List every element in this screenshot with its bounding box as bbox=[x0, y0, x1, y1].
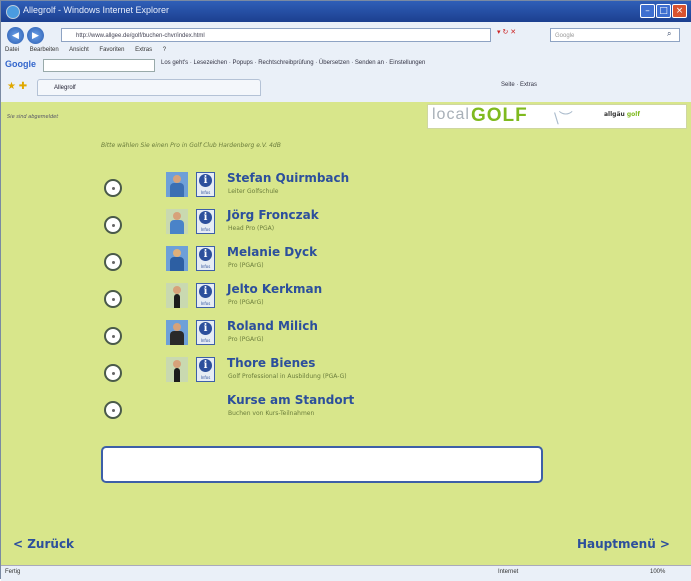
swoosh-icon: \︶ bbox=[554, 111, 573, 127]
pro-radio[interactable] bbox=[104, 364, 122, 382]
ie-icon bbox=[6, 5, 20, 19]
pro-radio[interactable] bbox=[104, 179, 122, 197]
pro-name: Roland Milich bbox=[227, 319, 318, 333]
pro-name: Thore Bienes bbox=[227, 356, 316, 370]
info-icon: i bbox=[199, 285, 212, 298]
intro-text: Bitte wählen Sie einen Pro in Golf Club … bbox=[101, 142, 281, 149]
info-icon: i bbox=[199, 211, 212, 224]
pro-option[interactable]: i Infos Jelto Kerkman Pro (PGArG) bbox=[101, 282, 541, 321]
status-text: Fertig bbox=[5, 569, 21, 575]
pro-photo bbox=[166, 209, 188, 234]
info-icon: i bbox=[199, 322, 212, 335]
title-bar: Allegrolf - Windows Internet Explorer – … bbox=[1, 1, 691, 22]
menu-favoriten[interactable]: Favoriten bbox=[99, 47, 124, 53]
menu-extras[interactable]: Extras bbox=[135, 47, 152, 53]
pro-photo bbox=[166, 246, 188, 271]
partner-logo: allgäu golf bbox=[604, 111, 640, 118]
course-name: Kurse am Standort bbox=[227, 393, 355, 407]
logo-local: local bbox=[432, 106, 470, 123]
back-link[interactable]: < Zurück bbox=[13, 537, 74, 551]
info-button[interactable]: i Infos bbox=[196, 172, 215, 197]
window-title: Allegrolf - Windows Internet Explorer bbox=[23, 5, 170, 15]
menu-help[interactable]: ? bbox=[163, 47, 166, 53]
menu-datei[interactable]: Datei bbox=[5, 47, 19, 53]
tab-row: ★ ✚ Allegrolf Seite · Extras bbox=[1, 77, 691, 99]
pro-role: Head Pro (PGA) bbox=[228, 225, 275, 232]
pro-photo bbox=[166, 320, 188, 345]
search-input[interactable]: Google bbox=[550, 28, 680, 42]
pro-photo bbox=[166, 283, 188, 308]
favorites-star-icon[interactable]: ★ ✚ bbox=[7, 81, 27, 92]
menu-bar: Datei Bearbeiten Ansicht Favoriten Extra… bbox=[5, 47, 175, 57]
pro-radio[interactable] bbox=[104, 290, 122, 308]
forward-arrow-icon[interactable]: ▶ bbox=[27, 27, 44, 44]
maximize-button[interactable]: □ bbox=[656, 4, 671, 18]
pro-photo bbox=[166, 357, 188, 382]
pro-name: Jelto Kerkman bbox=[227, 282, 323, 296]
info-button[interactable]: i Infos bbox=[196, 246, 215, 271]
pro-radio[interactable] bbox=[104, 253, 122, 271]
pro-option[interactable]: i Infos Roland Milich Pro (PGArG) bbox=[101, 319, 541, 358]
pro-option[interactable]: i Infos Thore Bienes Golf Professional in… bbox=[101, 356, 541, 395]
pro-option[interactable]: i Infos Jörg Fronczak Head Pro (PGA) bbox=[101, 208, 541, 247]
pro-option[interactable]: i Infos Stefan Quirmbach Leiter Golfschul… bbox=[101, 171, 541, 210]
pro-role: Golf Professional in Ausbildung (PGA-G) bbox=[228, 373, 347, 380]
info-button[interactable]: i Infos bbox=[196, 357, 215, 382]
google-toolbar-tools[interactable]: Los geht's · Lesezeichen · Popups · Rech… bbox=[161, 60, 425, 66]
info-button[interactable]: i Infos bbox=[196, 209, 215, 234]
refresh-stop-icon[interactable]: ▾ ↻ ✕ bbox=[497, 28, 547, 42]
info-icon: i bbox=[199, 359, 212, 372]
menu-ansicht[interactable]: Ansicht bbox=[69, 47, 89, 53]
command-bar[interactable]: Seite · Extras bbox=[501, 82, 537, 88]
back-arrow-icon[interactable]: ◀ bbox=[7, 27, 24, 44]
menu-bearbeiten[interactable]: Bearbeiten bbox=[30, 47, 59, 53]
browser-toolbar: ◀ ▶ http://www.allgee.de/golf/buchen-chv… bbox=[1, 22, 691, 103]
address-bar[interactable]: http://www.allgee.de/golf/buchen-chvr/in… bbox=[61, 28, 491, 42]
security-zone: Internet bbox=[498, 569, 519, 575]
course-radio[interactable] bbox=[104, 401, 122, 419]
logo-golf: GOLF bbox=[471, 105, 528, 126]
info-icon: i bbox=[199, 174, 212, 187]
pro-name: Melanie Dyck bbox=[227, 245, 318, 259]
pro-role: Leiter Golfschule bbox=[228, 188, 279, 195]
address-row: ◀ ▶ http://www.allgee.de/golf/buchen-chv… bbox=[1, 25, 691, 45]
info-icon: i bbox=[199, 248, 212, 261]
browser-window: Allegrolf - Windows Internet Explorer – … bbox=[0, 0, 691, 581]
search-icon[interactable]: ⌕ bbox=[667, 29, 679, 41]
course-description: Buchen von Kurs-Teilnahmen bbox=[228, 410, 315, 417]
pro-role: Pro (PGArG) bbox=[228, 336, 264, 343]
pro-radio[interactable] bbox=[104, 327, 122, 345]
page-content: Sie sind abgemeldet local GOLF \︶ allgäu… bbox=[1, 102, 691, 565]
info-button[interactable]: i Infos bbox=[196, 283, 215, 308]
pro-role: Pro (PGArG) bbox=[228, 299, 264, 306]
google-toolbar: Google Los geht's · Lesezeichen · Popups… bbox=[3, 58, 691, 72]
pro-option[interactable]: i Infos Melanie Dyck Pro (PGArG) bbox=[101, 245, 541, 284]
localgolf-logo: local GOLF \︶ allgäu golf bbox=[427, 104, 687, 129]
pro-photo bbox=[166, 172, 188, 197]
pro-radio[interactable] bbox=[104, 216, 122, 234]
message-textbox[interactable] bbox=[101, 446, 543, 483]
zoom-level[interactable]: 100% bbox=[650, 569, 665, 575]
tab-allegrolf[interactable]: Allegrolf bbox=[37, 79, 261, 96]
minimize-button[interactable]: – bbox=[640, 4, 655, 18]
close-button[interactable]: × bbox=[672, 4, 687, 18]
google-logo: Google bbox=[5, 59, 36, 69]
main-menu-link[interactable]: Hauptmenü > bbox=[577, 537, 670, 551]
google-search-input[interactable] bbox=[43, 59, 155, 72]
info-button[interactable]: i Infos bbox=[196, 320, 215, 345]
pro-name: Stefan Quirmbach bbox=[227, 171, 350, 185]
login-status: Sie sind abgemeldet bbox=[7, 114, 59, 120]
pro-role: Pro (PGArG) bbox=[228, 262, 264, 269]
course-option[interactable]: Kurse am Standort Buchen von Kurs-Teilna… bbox=[101, 393, 541, 432]
pro-name: Jörg Fronczak bbox=[227, 208, 319, 222]
